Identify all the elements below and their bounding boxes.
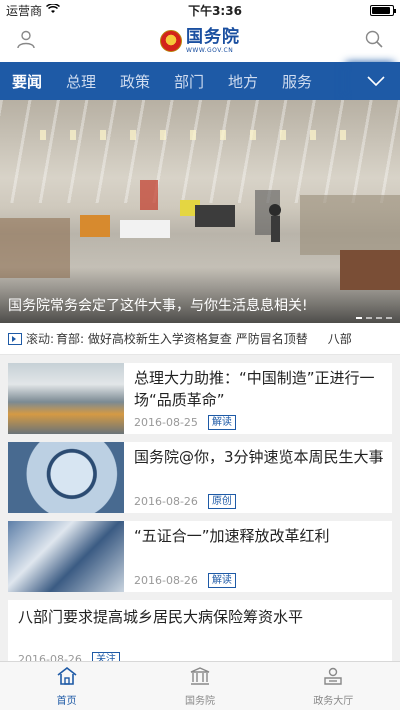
news-body: “五证合一”加速释放改革红利 2016-08-26 解读 [124, 521, 392, 592]
tab-local[interactable]: 地方 [216, 71, 270, 92]
pager-dot [356, 317, 362, 319]
wifi-icon [46, 3, 61, 17]
news-title: 国务院@你，3分钟速览本周民生大事 [134, 448, 384, 466]
news-card[interactable]: 国务院@你，3分钟速览本周民生大事 2016-08-26 原创 [8, 442, 392, 513]
tab-services[interactable]: 服务 [270, 71, 324, 92]
news-thumbnail [8, 442, 124, 513]
tab-label: 首页 [56, 695, 77, 707]
search-icon[interactable] [364, 29, 384, 53]
hero-caption: 国务院常务会定了这件大事，与你生活息息相关! [8, 298, 308, 314]
tab-label: 国务院 [184, 695, 215, 707]
tab-home[interactable]: 首页 [0, 662, 133, 710]
pager-dot [376, 317, 382, 319]
tab-state-council[interactable]: 国务院 [133, 662, 266, 710]
news-card[interactable]: 总理大力助推：“中国制造”正进行一场“品质革命” 2016-08-25 解读 [8, 363, 392, 434]
app-logo: 国务院 WWW.GOV.CN [160, 26, 240, 54]
clock: 下午3:36 [188, 3, 242, 18]
chevron-down-icon[interactable] [352, 62, 400, 100]
news-date: 2016-08-26 [134, 495, 198, 508]
news-title: 总理大力助推：“中国制造”正进行一场“品质革命” [134, 369, 375, 409]
news-list: 总理大力助推：“中国制造”正进行一场“品质革命” 2016-08-25 解读 国… [0, 355, 400, 671]
tab-premier[interactable]: 总理 [54, 71, 108, 92]
play-icon [8, 332, 22, 345]
news-tag: 原创 [207, 494, 236, 509]
hero-pager [356, 317, 392, 319]
logo-text: 国务院 WWW.GOV.CN [186, 26, 240, 54]
status-left: 运营商 [6, 2, 61, 19]
building-icon [189, 666, 211, 690]
news-meta: 2016-08-26 原创 [134, 494, 236, 509]
tab-label: 政务大厅 [313, 695, 354, 707]
news-card[interactable]: “五证合一”加速释放改革红利 2016-08-26 解读 [8, 521, 392, 592]
news-meta: 2016-08-25 解读 [134, 415, 236, 430]
tab-service-hall[interactable]: 政务大厅 [267, 662, 400, 710]
pager-dot [366, 317, 372, 319]
pager-dot [386, 317, 392, 319]
news-meta: 2016-08-26 解读 [134, 573, 236, 588]
ticker-item[interactable]: 八部 [328, 330, 352, 347]
battery-fill [372, 6, 390, 14]
news-ticker[interactable]: 滚动: 育部: 做好高校新生入学资格复查 严防冒名顶替 八部 [0, 323, 400, 355]
news-body: 国务院@你，3分钟速览本周民生大事 2016-08-26 原创 [124, 442, 392, 513]
hero-banner[interactable]: 国务院常务会定了这件大事，与你生活息息相关! [0, 100, 400, 323]
home-icon [56, 666, 78, 690]
service-hall-icon [322, 666, 344, 690]
news-body: 总理大力助推：“中国制造”正进行一场“品质革命” 2016-08-25 解读 [124, 363, 392, 434]
news-date: 2016-08-25 [134, 416, 198, 429]
news-tag: 解读 [207, 573, 236, 588]
channel-nav: 要闻 总理 政策 部门 地方 服务 [0, 62, 400, 100]
news-title: 八部门要求提高城乡居民大病保险筹资水平 [18, 608, 304, 626]
user-icon[interactable] [16, 29, 36, 53]
news-title: “五证合一”加速释放改革红利 [134, 527, 330, 545]
news-date: 2016-08-26 [134, 574, 198, 587]
logo-cn: 国务院 [186, 26, 240, 47]
tab-departments[interactable]: 部门 [162, 71, 216, 92]
app-header: 国务院 WWW.GOV.CN [0, 20, 400, 62]
tab-policy[interactable]: 政策 [108, 71, 162, 92]
tab-news[interactable]: 要闻 [0, 71, 54, 92]
news-tag: 解读 [207, 415, 236, 430]
carrier-label: 运营商 [6, 3, 43, 18]
national-emblem-icon [160, 30, 182, 52]
news-thumbnail [8, 363, 124, 434]
ticker-label: 滚动: [26, 332, 55, 346]
bottom-tab-bar: 首页 国务院 政务大厅 [0, 661, 400, 710]
logo-en: WWW.GOV.CN [186, 46, 234, 54]
ticker-item[interactable]: 育部: 做好高校新生入学资格复查 严防冒名顶替 [56, 330, 308, 347]
battery-icon [370, 4, 396, 16]
news-thumbnail [8, 521, 124, 592]
status-bar: 运营商 下午3:36 [0, 0, 400, 20]
